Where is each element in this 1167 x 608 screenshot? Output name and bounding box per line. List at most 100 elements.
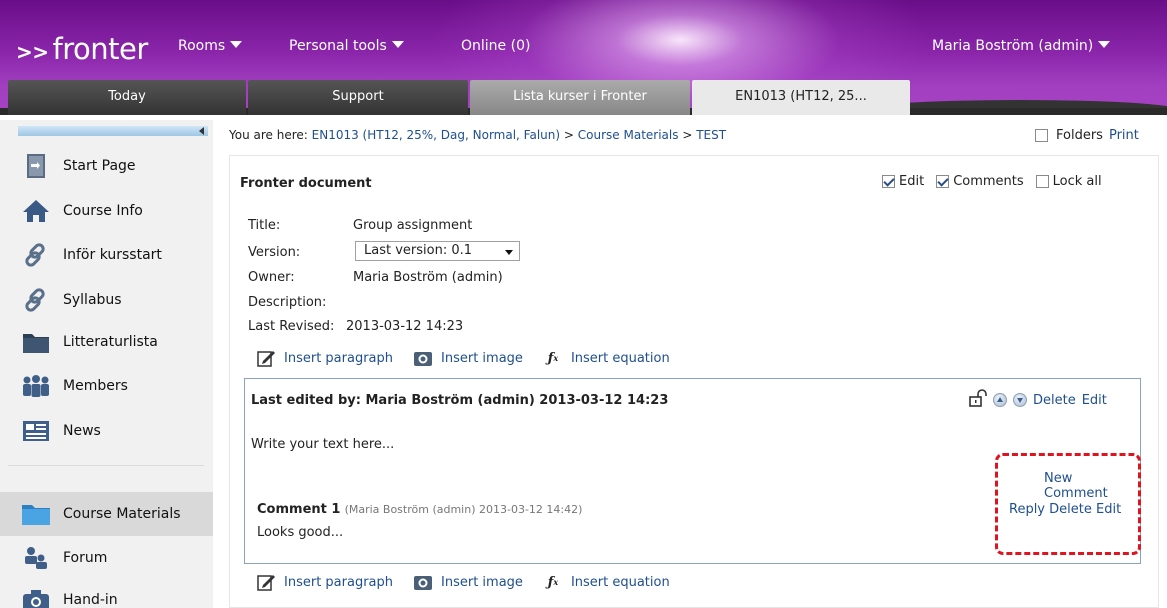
chevron-down-icon [1098, 41, 1111, 48]
print-link[interactable]: Print [1109, 128, 1139, 143]
breadcrumb-test-link[interactable]: TEST [696, 128, 726, 142]
meta-version-key: Version: [248, 245, 301, 260]
folders-checkbox[interactable] [1035, 129, 1048, 142]
edit-checkbox[interactable] [882, 175, 895, 188]
personal-tools-menu[interactable]: Personal tools [289, 38, 404, 54]
edit-checkbox-label: Edit [899, 174, 925, 189]
pencil-icon [256, 573, 276, 591]
paragraph-heading: Last edited by: Maria Boström (admin) 20… [251, 393, 669, 408]
sidebar-item-infor-kursstart[interactable]: Inför kursstart [0, 235, 213, 275]
sidebar-item-hand-in[interactable]: Hand-in [0, 580, 213, 608]
insert-equation-link[interactable]: Insert equation [571, 351, 670, 366]
tab-course-en1013[interactable]: EN1013 (HT12, 25... [692, 80, 910, 115]
logo-arrows: >> [16, 40, 49, 64]
comment-meta: (Maria Boström (admin) 2013-03-12 14:42) [344, 503, 583, 516]
tab-support-label: Support [332, 89, 384, 104]
version-select[interactable]: Last version: 0.1 [355, 241, 520, 261]
tab-today-label: Today [108, 89, 146, 104]
fronter-document-panel: Fronter document Edit Comments Lock all … [229, 155, 1159, 608]
insert-image-link[interactable]: Insert image [441, 351, 523, 366]
move-up-icon[interactable] [993, 393, 1007, 407]
tab-support[interactable]: Support [248, 80, 468, 115]
tab-course-label: EN1013 (HT12, 25... [735, 89, 867, 104]
sidebar-item-course-materials[interactable]: Course Materials [0, 492, 213, 536]
chevron-down-icon [391, 41, 404, 48]
paragraph-tools: Delete Edit [969, 389, 1107, 411]
sidebar-item-course-info[interactable]: Course Info [0, 191, 213, 231]
rooms-menu[interactable]: Rooms [178, 38, 243, 54]
header-banner: >> fronter Rooms Personal tools Online (0… [0, 0, 1167, 115]
breadcrumb-separator: > [682, 128, 693, 142]
sidebar-item-forum[interactable]: Forum [0, 538, 213, 578]
sidebar-item-label: Hand-in [63, 592, 118, 608]
edit-comment-link[interactable]: Edit [1096, 502, 1121, 517]
meta-owner-key: Owner: [248, 270, 295, 285]
sidebar-collapse-bar[interactable] [18, 126, 208, 136]
meta-revised-value: 2013-03-12 14:23 [346, 319, 464, 334]
insert-paragraph-link[interactable]: Insert paragraph [284, 575, 393, 590]
collapse-arrow-icon[interactable] [199, 127, 204, 135]
sidebar-item-news[interactable]: News [0, 411, 213, 451]
comment-title: Comment 1 [257, 502, 341, 517]
insert-image-link[interactable]: Insert image [441, 575, 523, 590]
door-icon [21, 152, 51, 180]
meta-title-value: Group assignment [353, 218, 473, 233]
insert-toolbar-top: Insert paragraph Insert image ƒx Insert … [256, 349, 670, 367]
move-down-icon[interactable] [1013, 393, 1027, 407]
delete-paragraph-link[interactable]: Delete [1033, 393, 1076, 408]
chevron-down-icon [505, 250, 513, 255]
tab-lista-kurser-label: Lista kurser i Fronter [513, 89, 647, 104]
document-options: Edit Comments Lock all [882, 174, 1110, 189]
personal-tools-label: Personal tools [289, 38, 387, 54]
comments-checkbox-label: Comments [953, 174, 1024, 189]
paragraph-block: Last edited by: Maria Boström (admin) 20… [244, 378, 1141, 564]
delete-comment-link[interactable]: Delete [1049, 502, 1092, 517]
folder-icon [21, 328, 51, 356]
edit-paragraph-link[interactable]: Edit [1082, 393, 1107, 408]
new-comment-link[interactable]: New Comment [1044, 471, 1140, 501]
comment-header: Comment 1 (Maria Boström (admin) 2013-03… [257, 502, 582, 517]
link-icon [21, 286, 51, 314]
meta-title-key: Title: [248, 218, 281, 233]
reply-comment-link[interactable]: Reply [1009, 502, 1045, 517]
sidebar-item-litteraturlista[interactable]: Litteraturlista [0, 322, 213, 362]
home-icon [21, 197, 51, 225]
people-icon [21, 372, 51, 400]
meta-description-key: Description: [248, 295, 327, 310]
breadcrumb-course-materials-link[interactable]: Course Materials [578, 128, 679, 142]
breadcrumb: You are here: EN1013 (HT12, 25%, Dag, No… [229, 128, 1159, 146]
logo-text: fronter [52, 32, 149, 66]
comments-checkbox[interactable] [936, 175, 950, 188]
fronter-logo[interactable]: >> fronter [16, 32, 148, 66]
chevron-down-icon [230, 41, 243, 48]
equation-icon: ƒx [547, 350, 559, 366]
online-users-link[interactable]: Online (0) [461, 38, 530, 54]
sidebar-item-label: Course Info [63, 203, 143, 219]
insert-equation-link[interactable]: Insert equation [571, 575, 670, 590]
image-icon [413, 573, 433, 591]
equation-icon: ƒx [547, 574, 559, 590]
user-menu-label: Maria Boström (admin) [932, 38, 1094, 54]
comment-text: Looks good... [257, 525, 344, 540]
meta-revised-key: Last Revised: [248, 319, 335, 334]
online-users-label: Online (0) [461, 38, 531, 54]
paragraph-text: Write your text here... [251, 437, 395, 452]
tab-lista-kurser[interactable]: Lista kurser i Fronter [470, 80, 690, 115]
sidebar-item-syllabus[interactable]: Syllabus [0, 280, 213, 320]
breadcrumb-course-link[interactable]: EN1013 (HT12, 25%, Dag, Normal, Falun) [312, 128, 560, 142]
rooms-menu-label: Rooms [178, 38, 226, 54]
sidebar-item-label: Members [63, 378, 128, 394]
camera-icon [21, 586, 51, 608]
sidebar-item-start-page[interactable]: Start Page [0, 146, 213, 186]
news-icon [21, 417, 51, 445]
insert-paragraph-link[interactable]: Insert paragraph [284, 351, 393, 366]
lock-all-label: Lock all [1052, 174, 1102, 189]
lock-all-checkbox[interactable] [1035, 175, 1049, 188]
comment-actions: Reply Delete Edit [1009, 502, 1121, 517]
sidebar-item-label: Litteraturlista [63, 334, 158, 350]
user-menu[interactable]: Maria Boström (admin) [932, 38, 1111, 54]
sidebar-item-members[interactable]: Members [0, 366, 213, 406]
tab-today[interactable]: Today [8, 80, 246, 115]
image-icon [413, 349, 433, 367]
unlock-icon[interactable] [969, 389, 987, 411]
